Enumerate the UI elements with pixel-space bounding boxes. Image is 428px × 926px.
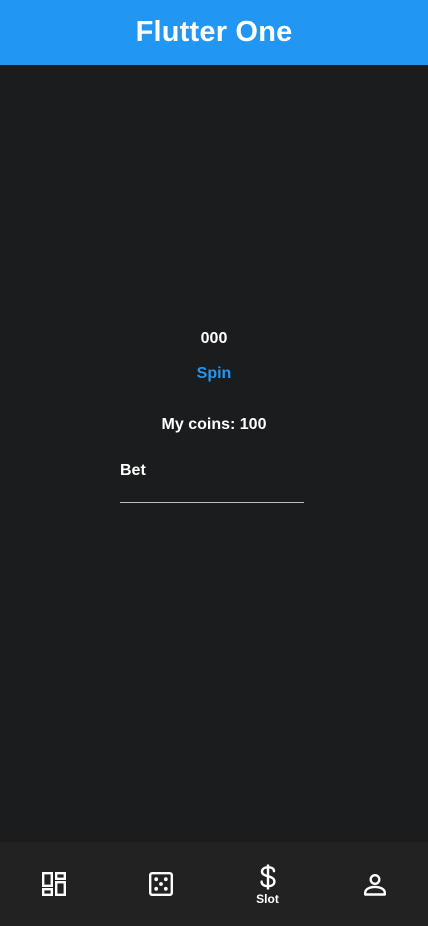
app-screen: Flutter One 000 Spin My coins: 100 Bet S… [0, 0, 428, 926]
slot-result: 000 [200, 330, 228, 347]
app-bar: Flutter One [0, 0, 428, 65]
nav-item-profile[interactable] [321, 842, 428, 926]
nav-item-dice[interactable] [107, 842, 214, 926]
dice-icon [148, 872, 173, 897]
nav-item-dashboard[interactable] [0, 842, 107, 926]
person-icon [363, 873, 386, 896]
app-title: Flutter One [135, 16, 293, 48]
bottom-navigation-bar: Slot [0, 842, 428, 926]
dollar-icon [259, 864, 276, 889]
bet-field[interactable]: Bet [120, 456, 304, 503]
nav-label-slot: Slot [256, 891, 279, 906]
spin-button[interactable]: Spin [174, 360, 254, 388]
bet-input[interactable] [120, 482, 304, 503]
bet-label: Bet [120, 462, 146, 479]
dashboard-icon [41, 872, 66, 897]
coins-balance: My coins: 100 [161, 416, 267, 433]
nav-item-slot[interactable]: Slot [214, 842, 321, 926]
